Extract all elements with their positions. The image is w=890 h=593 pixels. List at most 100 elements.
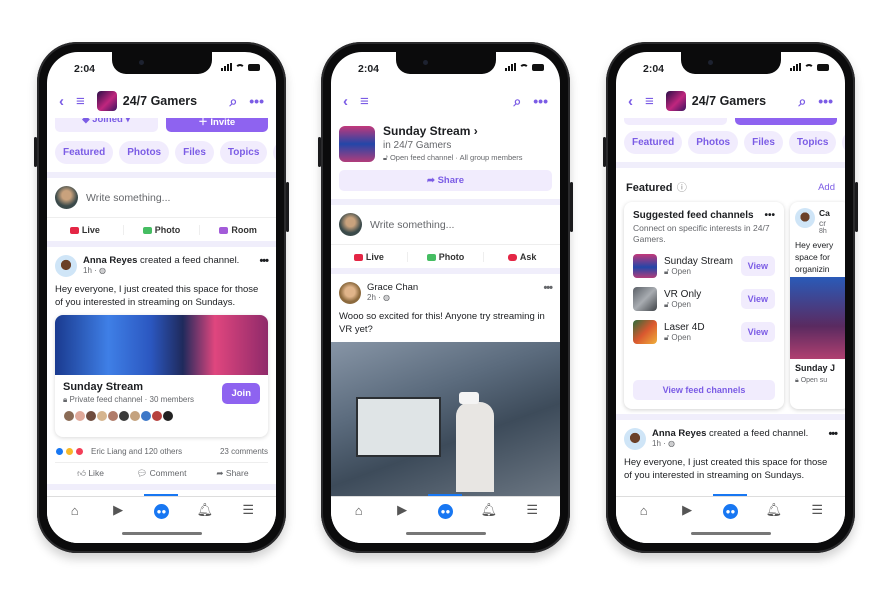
- groups-tab-icon[interactable]: ●●: [144, 493, 179, 519]
- channel-group[interactable]: in 24/7 Gamers: [383, 140, 523, 151]
- view-button[interactable]: View: [740, 322, 775, 342]
- home-tab-icon[interactable]: ⌂: [630, 503, 658, 518]
- suggested-channels-card: Suggested feed channels ••• Connect on sp…: [624, 202, 784, 409]
- user-avatar: [339, 213, 362, 236]
- info-icon[interactable]: ⓘ: [677, 183, 687, 194]
- share-channel-button[interactable]: ➦ Share: [339, 170, 552, 191]
- globe-icon: ◍: [383, 293, 391, 302]
- tab-files[interactable]: Files: [175, 141, 214, 164]
- menu-tab-icon[interactable]: ☰: [803, 502, 831, 518]
- author-avatar[interactable]: [339, 282, 361, 304]
- group-thumbnail: [96, 91, 117, 111]
- live-button[interactable]: Live: [331, 252, 407, 262]
- composer-placeholder[interactable]: Write something...: [86, 192, 170, 204]
- add-featured-link[interactable]: Add: [818, 182, 835, 193]
- suggested-channel-item[interactable]: Sunday Stream 🔓︎ Open View: [633, 254, 775, 278]
- live-icon: [353, 253, 363, 261]
- author-name[interactable]: Anna Reyes: [652, 428, 706, 439]
- channel-card[interactable]: Sunday Stream 🔒︎ Private feed channel · …: [55, 315, 268, 437]
- search-icon[interactable]: ⌕: [798, 93, 806, 110]
- composer[interactable]: Write something...: [47, 178, 276, 217]
- notifications-tab-icon[interactable]: 🔔︎: [760, 502, 788, 518]
- ask-button[interactable]: Ask: [483, 251, 560, 262]
- composer-actions: Live Photo Ask: [331, 244, 560, 268]
- live-button[interactable]: Live: [47, 225, 123, 235]
- suggested-channel-item[interactable]: Laser 4D 🔓︎ Open View: [633, 320, 775, 344]
- tab-topics[interactable]: Topics: [219, 141, 268, 164]
- channel-title[interactable]: Sunday Stream ›: [383, 124, 523, 138]
- comment-button[interactable]: 💬︎ Comment: [126, 468, 197, 479]
- card-more-icon[interactable]: •••: [764, 210, 775, 221]
- menu-tab-icon[interactable]: ☰: [518, 502, 546, 518]
- post-more-icon[interactable]: •••: [543, 282, 553, 294]
- tab-featured[interactable]: Featured: [624, 131, 683, 154]
- comments-count[interactable]: 23 comments: [220, 447, 268, 456]
- notifications-tab-icon[interactable]: 🔔︎: [191, 502, 219, 518]
- tab-topics[interactable]: Topics: [788, 131, 837, 154]
- battery-icon: [817, 64, 829, 71]
- status-time: 2:04: [74, 63, 96, 75]
- author-avatar[interactable]: [624, 428, 646, 450]
- menu-tab-icon[interactable]: ☰: [234, 502, 262, 518]
- post-more-icon[interactable]: •••: [259, 255, 269, 267]
- menu-icon[interactable]: ≡: [76, 93, 85, 110]
- invite-button[interactable]: [734, 118, 837, 125]
- home-tab-icon[interactable]: ⌂: [345, 503, 373, 518]
- post-photo-vr[interactable]: [331, 342, 560, 500]
- like-button[interactable]: 👍︎ Like: [55, 468, 126, 479]
- suggested-channel-item[interactable]: VR Only 🔓︎ Open View: [633, 287, 775, 311]
- view-button[interactable]: View: [740, 289, 775, 309]
- suggested-title: Suggested feed channels: [633, 210, 754, 221]
- channel-cover-image: [55, 315, 268, 375]
- author-name[interactable]: Grace Chan: [367, 282, 418, 293]
- view-feed-channels-button[interactable]: View feed channels: [633, 380, 775, 400]
- author-avatar: [795, 208, 815, 228]
- more-icon[interactable]: •••: [249, 93, 264, 110]
- post-more-icon[interactable]: •••: [828, 428, 838, 440]
- menu-icon[interactable]: ≡: [645, 93, 654, 110]
- photo-icon: [426, 253, 436, 261]
- bottom-tab-bar: ⌂ ▶ ●● 🔔︎ ☰: [47, 493, 276, 543]
- author-avatar[interactable]: [55, 255, 77, 277]
- unlock-icon: 🔓︎: [383, 153, 388, 162]
- unlock-icon: 🔓︎: [664, 299, 670, 309]
- watch-tab-icon[interactable]: ▶: [104, 502, 132, 518]
- tab-rec[interactable]: Rec: [842, 131, 845, 154]
- ask-icon: [507, 253, 517, 261]
- featured-post-card[interactable]: Ca cr 8h Hey every space for organizin Sun…: [790, 202, 845, 409]
- joined-button[interactable]: [624, 118, 727, 125]
- share-button[interactable]: ➦ Share: [197, 468, 268, 479]
- tab-files[interactable]: Files: [744, 131, 783, 154]
- groups-tab-icon[interactable]: ●●: [713, 493, 748, 519]
- view-button[interactable]: View: [740, 256, 775, 276]
- channel-thumbnail: [633, 254, 657, 278]
- search-icon[interactable]: ⌕: [513, 93, 521, 110]
- groups-tab-icon[interactable]: ●●: [428, 493, 463, 519]
- back-icon[interactable]: ‹: [343, 93, 348, 110]
- tab-photos[interactable]: Photos: [688, 131, 739, 154]
- wifi-icon: [235, 64, 245, 71]
- tab-rec[interactable]: Rec: [273, 141, 276, 164]
- tab-featured[interactable]: Featured: [55, 141, 114, 164]
- thumbs-up-icon: 👍︎: [77, 468, 86, 478]
- author-name[interactable]: Anna Reyes: [83, 255, 137, 266]
- composer-placeholder[interactable]: Write something...: [370, 219, 454, 231]
- menu-icon[interactable]: ≡: [360, 93, 369, 110]
- watch-tab-icon[interactable]: ▶: [673, 502, 701, 518]
- tab-photos[interactable]: Photos: [119, 141, 170, 164]
- more-icon[interactable]: •••: [818, 93, 833, 110]
- home-tab-icon[interactable]: ⌂: [61, 503, 89, 518]
- notifications-tab-icon[interactable]: 🔔︎: [475, 502, 503, 518]
- more-icon[interactable]: •••: [533, 93, 548, 110]
- search-icon[interactable]: ⌕: [229, 93, 237, 110]
- reactions-text[interactable]: Eric Liang and 120 others: [91, 447, 182, 456]
- photo-button[interactable]: Photo: [122, 224, 200, 235]
- back-icon[interactable]: ‹: [59, 93, 64, 110]
- room-button[interactable]: Room: [199, 224, 276, 235]
- home-indicator: [121, 532, 202, 535]
- composer[interactable]: Write something...: [331, 205, 560, 244]
- back-icon[interactable]: ‹: [628, 93, 633, 110]
- photo-button[interactable]: Photo: [406, 251, 484, 262]
- watch-tab-icon[interactable]: ▶: [388, 502, 416, 518]
- join-button[interactable]: Join: [222, 383, 260, 404]
